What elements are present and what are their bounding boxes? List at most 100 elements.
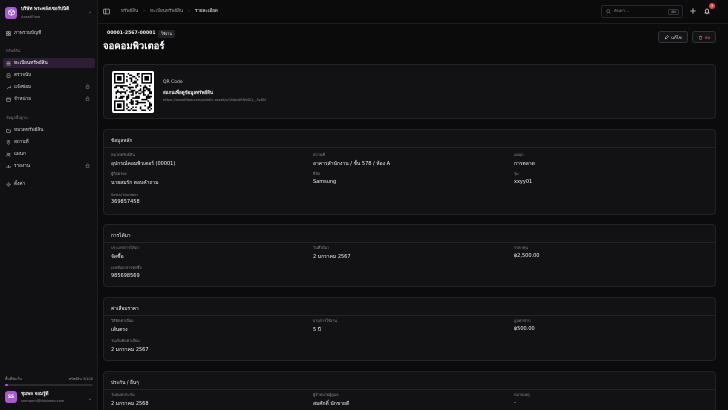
field-value: 2 มกราคม 2567 [313,254,351,260]
breadcrumb-root[interactable]: ทรัพย์สิน [121,8,138,15]
field-value: อาคารสำนักงาน / ชั้น 578 / ห้อง A [313,161,391,167]
sidebar-item-settings[interactable]: ตั้งค่า [3,179,95,189]
chart-icon [6,164,11,168]
qr-link[interactable]: https://assetflow.com/public-asset/a/1Np… [163,98,266,102]
sidebar-item-departments[interactable]: แผนก [3,149,95,159]
field-acquisition-type: ประเภทการได้มา จัดซื้อ [111,245,139,261]
users-icon [6,152,11,156]
top-bar: ทรัพย์สิน › ทะเบียนทรัพย์สิน › รายละเอีย… [98,0,728,24]
field-value: xxyy01 [514,179,533,185]
clipboard-icon [6,73,11,78]
acquisition-card: การได้มา ประเภทการได้มา จัดซื้อ วันที่ได… [103,224,716,287]
org-subtitle: AssetFlow [21,14,41,19]
field-purchase-document: เลขที่เอกสารจัดซื้อ 985698569 [111,265,142,279]
field-label: อายุการใช้งาน [313,318,338,323]
plus-icon[interactable] [689,7,697,15]
field-value: ฿2,500.00 [514,253,540,259]
field-label: หมวดทรัพย์สิน [111,152,135,157]
field-depreciation-method: วิธีคิดค่าเสื่อม เส้นตรง [111,318,134,334]
lock-icon [85,163,90,168]
field-value: - [514,400,516,406]
section-title: ค่าเสื่อมราคา [111,307,139,312]
notification-badge: 3 [709,3,715,9]
depreciation-card: ค่าเสื่อมราคา วิธีคิดค่าเสื่อม เส้นตรง อ… [103,297,716,361]
sidebar-item-dispose[interactable]: จำหน่าย [3,94,95,104]
folder-icon [6,128,11,132]
sidebar-item-count[interactable]: ตรวจนับ [3,70,95,80]
field-value: เส้นตรง [111,327,128,333]
sidebar-item-label: ตรวจนับ [14,72,32,78]
field-value: จัดซื้อ [111,254,124,260]
edit-button-label: แก้ไข [671,35,682,41]
chevron-right-icon: › [143,9,146,14]
field-value: 2 มกราคม 2568 [111,401,149,407]
field-value: การตลาด [514,161,535,167]
lock-icon [85,96,90,101]
user-menu[interactable]: SS ชุมพล จอมรู้ดี somporn@thisisero.com [5,391,64,403]
section-title: ประกัน / อื่นๆ [111,381,139,386]
field-value: 369857458 [111,199,140,205]
field-salvage-value: มูลค่าซาก ฿500.00 [514,318,535,332]
field-label: แผนก [514,152,524,157]
list-icon [6,61,11,65]
sidebar-section-assets: ทรัพย์สิน [6,48,21,53]
field-label: วันหมดประกัน [111,392,135,397]
status-badge: ใช้งาน [158,30,176,38]
search-input[interactable] [614,9,664,14]
field-model: รุ่น xxyy01 [514,171,532,185]
field-label: Serial Number [111,192,139,197]
box-icon [7,9,15,16]
trash-icon [698,35,702,40]
general-info-card: ข้อมูลหลัก หมวดทรัพย์สิน อุปกรณ์คอมพิวเต… [103,129,716,215]
field-label: เลขที่เอกสารจัดซื้อ [111,265,142,270]
field-label: มูลค่าซาก [514,318,531,323]
field-label: ยี่ห้อ [313,171,321,176]
field-value: Samsung [313,179,337,185]
qr-title: QR Code [163,80,183,85]
delete-button[interactable]: ลบ [692,31,716,43]
field-acquired-date: วันที่ได้มา 2 มกราคม 2567 [313,245,351,261]
divider [104,147,715,148]
pencil-icon [664,34,670,39]
chevron-updown-icon[interactable]: ⌄ [88,396,92,402]
field-location: สถานที่ อาคารสำนักงาน / ชั้น 578 / ห้อง … [313,152,390,168]
field-label: ผู้ถือครอง [111,171,127,176]
field-label: ผู้จำหน่ายผู้ดูแล [313,392,339,397]
sidebar-item-label: จำหน่าย [14,96,32,102]
edit-button[interactable]: แก้ไข [658,31,688,43]
sidebar-item-label: ทะเบียนทรัพย์สิน [14,60,48,66]
sidebar-item-repair[interactable]: แจ้งซ่อม [3,82,95,92]
org-switcher[interactable]: บริษัท พระคลังเซอร์ปนิติ AssetFlow [5,6,69,19]
field-serial-number: Serial Number 369857458 [111,192,140,205]
storage-label: พื้นที่จัดเก็บ [5,377,22,381]
sidebar-item-dashboard[interactable]: ภาพรวมบัญชี [3,28,95,38]
breadcrumb-parent[interactable]: ทะเบียนทรัพย์สิน [150,8,183,15]
chevron-updown-icon[interactable]: ⌄ [88,9,92,15]
sidebar-item-reports[interactable]: รายงาน [3,161,95,171]
sidebar-toggle-icon[interactable] [103,8,110,15]
breadcrumb: ทรัพย์สิน › ทะเบียนทรัพย์สิน › รายละเอีย… [121,8,218,15]
field-value: สมศักดิ์ นักขายดี [313,401,350,407]
section-title: การได้มา [111,234,131,239]
sidebar-item-label: สถานที่ [14,139,29,145]
field-label: สถานที่ [313,152,325,157]
box-icon [6,97,11,101]
field-label: รุ่น [514,171,519,176]
gear-icon [6,182,11,186]
field-category: หมวดทรัพย์สิน อุปกรณ์คอมพิวเตอร์ (00001) [111,152,175,168]
field-value: 5 ปี [313,327,321,333]
search-box[interactable]: ⌘K [601,5,683,18]
field-brand: ยี่ห้อ Samsung [313,171,336,185]
search-shortcut: ⌘K [668,9,679,15]
sidebar-item-categories[interactable]: หมวดทรัพย์สิน [3,125,95,135]
sidebar-item-asset-register[interactable]: ทะเบียนทรัพย์สิน [3,58,95,68]
warranty-card: ประกัน / อื่นๆ วันหมดประกัน 2 มกราคม 256… [103,371,716,410]
storage-value: ทรัพย์สิน 3/100 [68,377,93,381]
sidebar-item-locations[interactable]: สถานที่ [3,137,95,147]
user-name: ชุมพล จอมรู้ดี [21,392,49,397]
sidebar-item-label: หมวดทรัพย์สิน [14,127,44,133]
field-warranty-expiry: วันหมดประกัน 2 มกราคม 2568 [111,392,149,408]
field-holder: ผู้ถือครอง นายสมรัก ตอบคำถาม [111,171,159,187]
field-label: วันที่ได้มา [313,245,330,250]
qr-code[interactable] [112,71,154,113]
